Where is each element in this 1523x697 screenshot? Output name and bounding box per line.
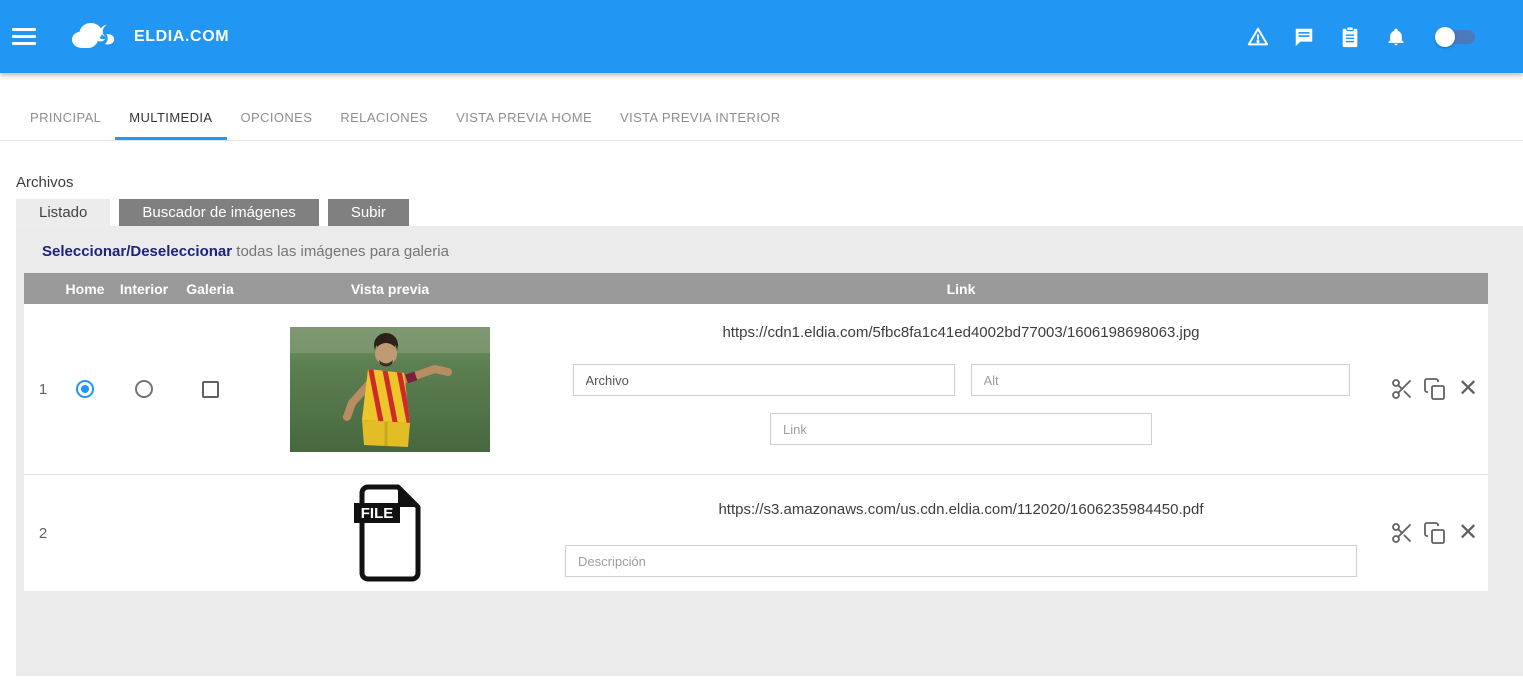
tab-opciones[interactable]: OPCIONES [227, 96, 327, 140]
bell-icon[interactable] [1385, 26, 1407, 48]
tab-vista-previa-home[interactable]: VISTA PREVIA HOME [442, 96, 606, 140]
delete-icon[interactable]: ✕ [1455, 376, 1481, 402]
app-header: ELDIA.COM [0, 0, 1523, 73]
tab-principal[interactable]: PRINCIPAL [16, 96, 115, 140]
copy-icon[interactable] [1422, 520, 1448, 546]
file-icon: FILE [354, 483, 426, 583]
svg-text:FILE: FILE [361, 505, 394, 522]
tab-relaciones[interactable]: RELACIONES [326, 96, 442, 140]
copy-icon[interactable] [1422, 376, 1448, 402]
col-header-link: Link [540, 281, 1382, 297]
col-header-vista-previa: Vista previa [240, 281, 540, 297]
col-header-home: Home [62, 281, 108, 297]
cut-icon[interactable] [1389, 520, 1415, 546]
files-table-header: Home Interior Galeria Vista previa Link [24, 273, 1488, 304]
hamburger-menu-icon[interactable] [12, 24, 36, 49]
col-header-galeria: Galeria [180, 281, 240, 297]
delete-icon[interactable]: ✕ [1455, 520, 1481, 546]
tab-multimedia[interactable]: MULTIMEDIA [115, 96, 226, 140]
tab-vista-previa-interior[interactable]: VISTA PREVIA INTERIOR [606, 96, 795, 140]
table-row-image: 1 [24, 304, 1488, 474]
chat-icon[interactable] [1293, 26, 1315, 48]
appbar-actions [1247, 26, 1477, 48]
image-preview [240, 327, 540, 452]
link-column: https://cdn1.eldia.com/5fbc8fa1c41ed4002… [540, 304, 1382, 474]
files-table: Home Interior Galeria Vista previa Link … [24, 273, 1488, 591]
alert-triangle-icon[interactable] [1247, 26, 1269, 48]
main-tab-bar: PRINCIPAL MULTIMEDIA OPCIONES RELACIONES… [0, 96, 1523, 141]
brand-title: ELDIA.COM [134, 28, 229, 46]
row-actions: ✕ [1382, 376, 1488, 402]
file-preview: FILE [240, 483, 540, 583]
table-row-file: 2 FILE https://s3.amazonaws.com/us.cdn.e… [24, 474, 1488, 591]
theme-toggle[interactable] [1435, 26, 1477, 48]
file-url: https://s3.amazonaws.com/us.cdn.eldia.co… [718, 501, 1203, 518]
cloud-logo-icon [68, 18, 120, 56]
subtab-listado[interactable]: Listado [16, 199, 110, 226]
archivos-section-title: Archivos [16, 174, 1523, 191]
link-input[interactable] [770, 413, 1152, 445]
subtab-buscador-imagenes[interactable]: Buscador de imágenes [119, 199, 318, 226]
home-radio[interactable] [76, 380, 94, 398]
soccer-player-photo [290, 327, 490, 452]
archivos-subtabs: Listado Buscador de imágenes Subir [16, 199, 1523, 226]
row-index: 2 [24, 525, 62, 542]
cut-icon[interactable] [1389, 376, 1415, 402]
galeria-checkbox[interactable] [202, 381, 219, 398]
select-all-line: Seleccionar/Deseleccionar todas las imág… [24, 226, 1488, 273]
select-deselect-link[interactable]: Seleccionar/Deseleccionar [42, 243, 232, 260]
descripcion-input[interactable] [565, 545, 1357, 577]
files-panel: Seleccionar/Deseleccionar todas las imág… [16, 226, 1523, 676]
row-actions: ✕ [1382, 520, 1488, 546]
col-header-interior: Interior [108, 281, 180, 297]
select-all-text: todas las imágenes para galeria [232, 243, 449, 260]
link-column: https://s3.amazonaws.com/us.cdn.eldia.co… [540, 475, 1382, 591]
archivo-input[interactable] [573, 364, 955, 396]
clipboard-icon[interactable] [1339, 26, 1361, 48]
image-url: https://cdn1.eldia.com/5fbc8fa1c41ed4002… [722, 324, 1199, 341]
row-index: 1 [24, 381, 62, 398]
alt-input[interactable] [971, 364, 1350, 396]
interior-radio[interactable] [135, 380, 153, 398]
subtab-subir[interactable]: Subir [328, 199, 409, 226]
